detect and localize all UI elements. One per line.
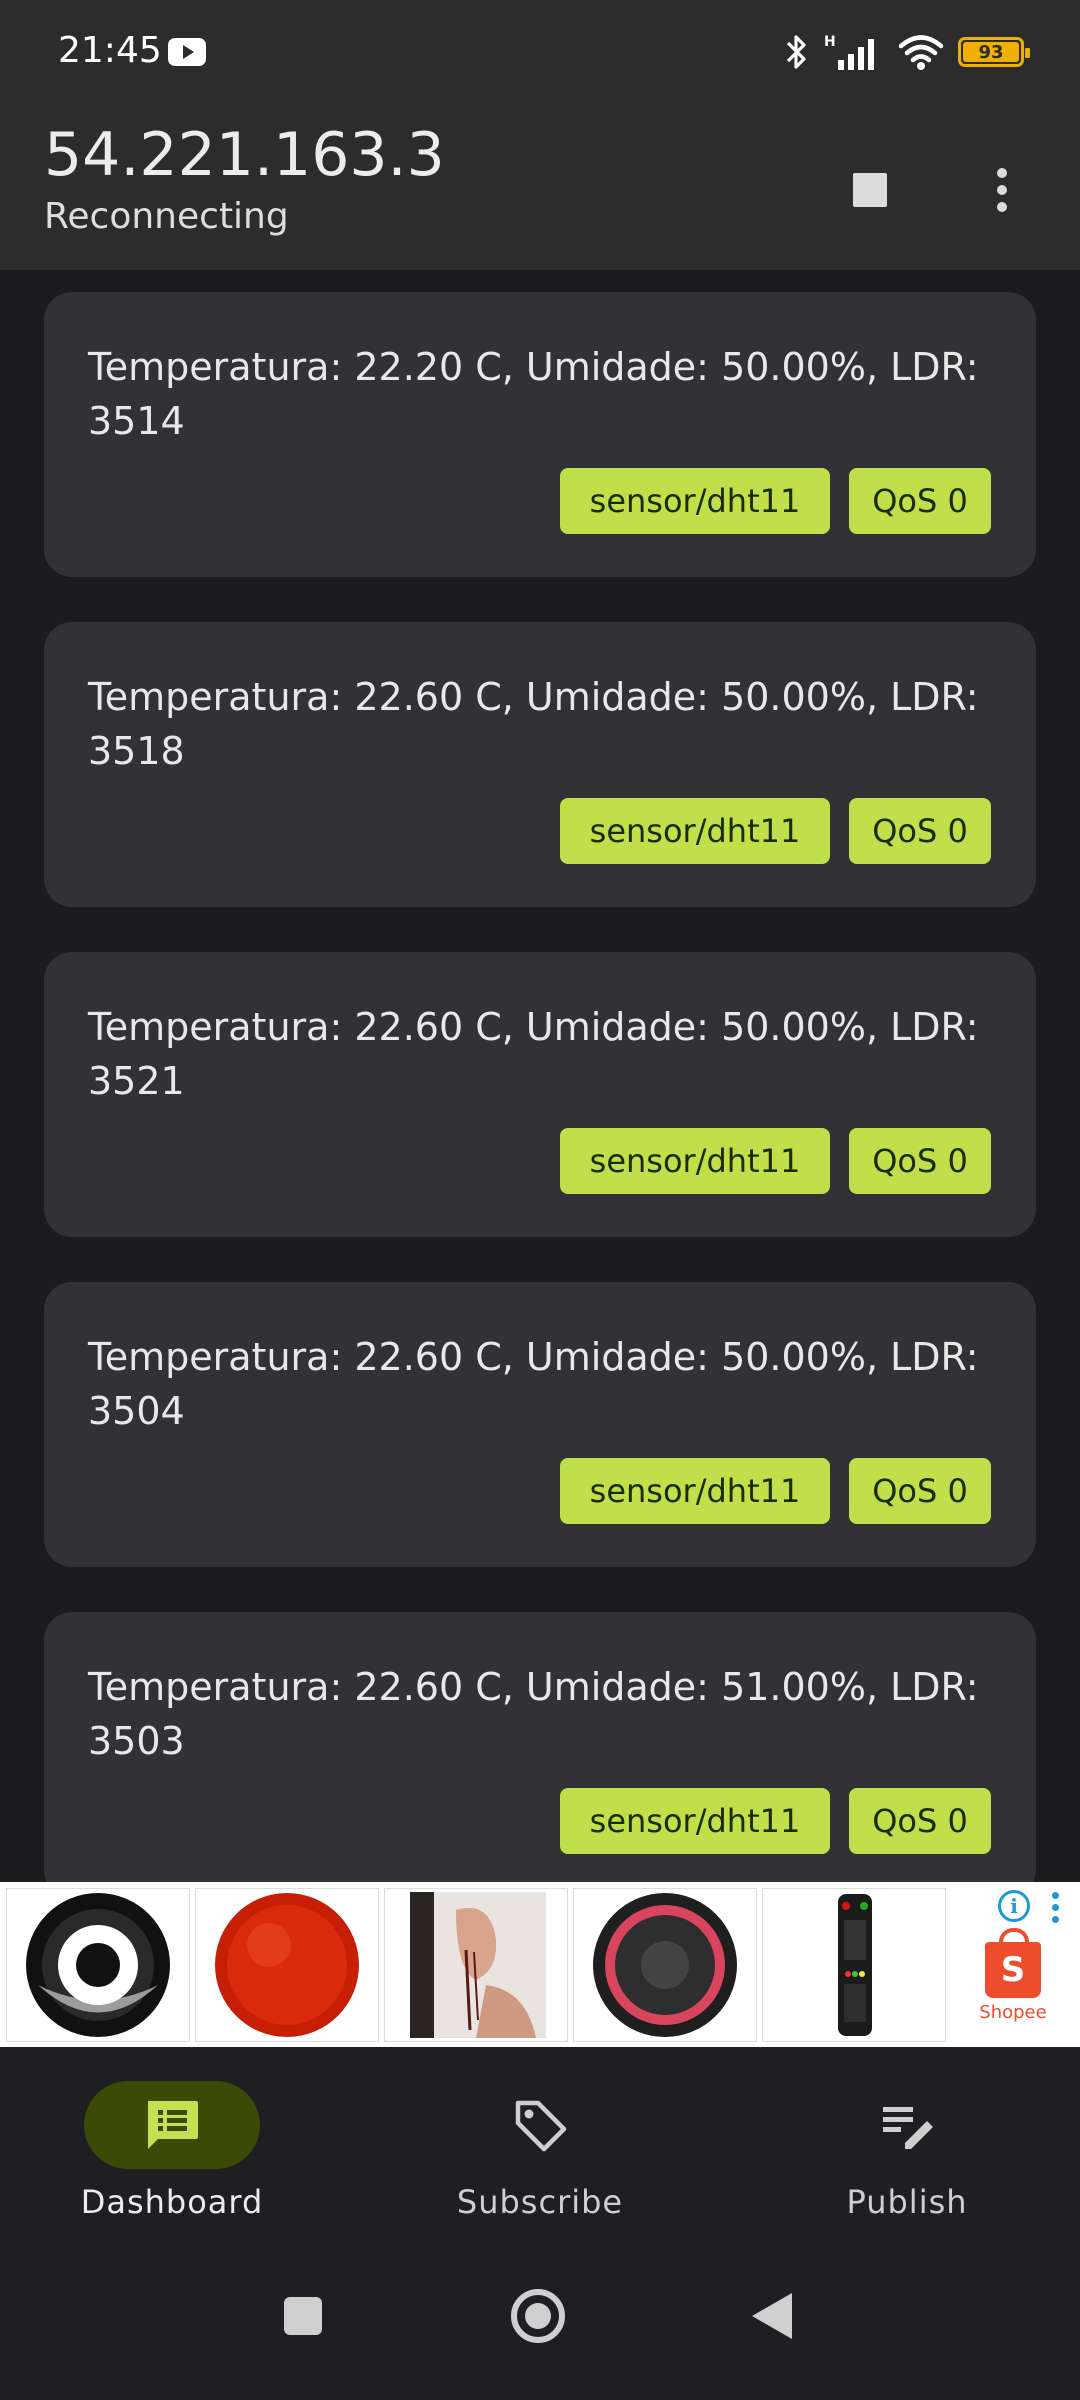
wifi-icon xyxy=(898,35,944,70)
more-vert-icon xyxy=(997,168,1007,178)
ad-product-red-disc[interactable] xyxy=(195,1888,379,2042)
message-list[interactable]: Temperatura: 22.20 C, Umidade: 50.00%, L… xyxy=(0,270,1080,1882)
vinyl-record-image xyxy=(26,1893,170,2037)
ad-product-vinyl[interactable] xyxy=(6,1888,190,2042)
message-payload: Temperatura: 22.60 C, Umidade: 51.00%, L… xyxy=(88,1665,979,1763)
nav-item-publish[interactable]: Publish xyxy=(777,2081,1037,2231)
message-payload: Temperatura: 22.60 C, Umidade: 50.00%, L… xyxy=(88,1005,979,1103)
qos-chip: QoS 0 xyxy=(849,798,991,864)
nav-item-dashboard[interactable]: Dashboard xyxy=(42,2081,302,2231)
topic-chip: sensor/dht11 xyxy=(560,1128,830,1194)
nav-pill-subscribe xyxy=(452,2081,628,2169)
qos-chip: QoS 0 xyxy=(849,1128,991,1194)
app-bar: 54.221.163.3 Reconnecting xyxy=(0,100,1080,270)
back-icon[interactable] xyxy=(752,2293,792,2339)
bluetooth-icon xyxy=(786,35,806,69)
home-icon[interactable] xyxy=(511,2289,565,2343)
connection-status: Reconnecting xyxy=(44,196,289,237)
svg-text:H: H xyxy=(824,34,836,50)
message-card[interactable]: Temperatura: 22.60 C, Umidade: 51.00%, L… xyxy=(44,1612,1036,1882)
speaker-image xyxy=(593,1893,737,2037)
nav-label-dashboard: Dashboard xyxy=(80,2183,264,2221)
more-options-button[interactable] xyxy=(962,150,1042,230)
nav-pill-dashboard xyxy=(84,2081,260,2169)
earring-image xyxy=(410,1892,546,2038)
remote-control-image xyxy=(838,1894,872,2036)
system-navigation-bar xyxy=(0,2247,1080,2400)
shopee-brand-text: Shopee xyxy=(979,2002,1047,2023)
recents-icon[interactable] xyxy=(284,2297,322,2335)
battery-icon: 93 xyxy=(958,37,1030,67)
qos-chip: QoS 0 xyxy=(849,1788,991,1854)
bottom-navigation: Dashboard Subscribe Publish xyxy=(0,2047,1080,2247)
message-card[interactable]: Temperatura: 22.20 C, Umidade: 50.00%, L… xyxy=(44,292,1036,577)
signal-icon: H xyxy=(824,34,874,70)
tag-icon xyxy=(515,2100,567,2152)
nav-item-subscribe[interactable]: Subscribe xyxy=(410,2081,670,2231)
ad-product-earring[interactable] xyxy=(384,1888,568,2042)
edit-note-icon xyxy=(883,2107,933,2149)
message-payload: Temperatura: 22.20 C, Umidade: 50.00%, L… xyxy=(88,345,979,443)
ad-product-speaker[interactable] xyxy=(573,1888,757,2042)
ad-info-icon[interactable]: i xyxy=(998,1890,1030,1922)
stop-icon xyxy=(853,173,887,207)
youtube-icon xyxy=(168,38,206,66)
message-payload: Temperatura: 22.60 C, Umidade: 50.00%, L… xyxy=(88,675,979,773)
ad-product-remote[interactable] xyxy=(762,1888,946,2042)
message-card[interactable]: Temperatura: 22.60 C, Umidade: 50.00%, L… xyxy=(44,952,1036,1237)
ad-more-icon[interactable] xyxy=(1052,1892,1062,1923)
shopee-bag-icon: S xyxy=(985,1928,1041,1998)
battery-level: 93 xyxy=(963,42,1019,63)
dashboard-icon xyxy=(148,2101,198,2149)
nav-pill-publish xyxy=(819,2081,995,2169)
status-icons: H 93 xyxy=(782,32,1030,72)
stop-button[interactable] xyxy=(830,150,910,230)
status-bar: 21:45 H 93 xyxy=(0,0,1080,100)
status-time: 21:45 xyxy=(58,30,162,71)
ad-banner[interactable]: i S Shopee xyxy=(0,1882,1080,2047)
nav-label-publish: Publish xyxy=(846,2183,968,2221)
message-card[interactable]: Temperatura: 22.60 C, Umidade: 50.00%, L… xyxy=(44,622,1036,907)
qos-chip: QoS 0 xyxy=(849,1458,991,1524)
topic-chip: sensor/dht11 xyxy=(560,1788,830,1854)
topic-chip: sensor/dht11 xyxy=(560,798,830,864)
qos-chip: QoS 0 xyxy=(849,468,991,534)
nav-label-subscribe: Subscribe xyxy=(456,2183,624,2221)
red-disc-image xyxy=(215,1893,359,2037)
topic-chip: sensor/dht11 xyxy=(560,1458,830,1524)
message-payload: Temperatura: 22.60 C, Umidade: 50.00%, L… xyxy=(88,1335,979,1433)
topic-chip: sensor/dht11 xyxy=(560,468,830,534)
broker-address-title: 54.221.163.3 xyxy=(44,120,445,190)
message-card[interactable]: Temperatura: 22.60 C, Umidade: 50.00%, L… xyxy=(44,1282,1036,1567)
shopee-logo[interactable]: S Shopee xyxy=(978,1928,1048,2032)
